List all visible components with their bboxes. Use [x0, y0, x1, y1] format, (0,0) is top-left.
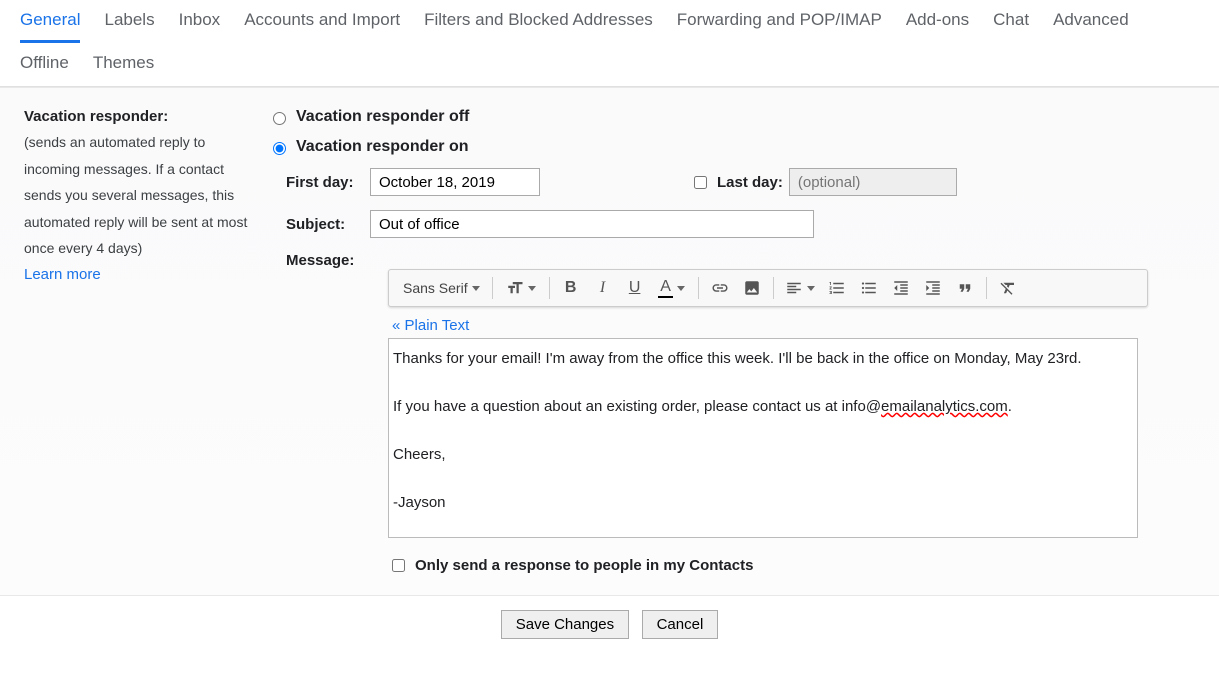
lastday-label: Last day: — [717, 174, 783, 191]
editor-toolbar: Sans Serif B I U A — [388, 269, 1148, 307]
divider — [549, 277, 550, 299]
lastday-input[interactable] — [789, 168, 957, 196]
learn-more-link[interactable]: Learn more — [24, 266, 101, 283]
bold-button[interactable]: B — [556, 273, 586, 303]
message-misspell: emailanalytics.com — [881, 398, 1008, 415]
contacts-only-option[interactable]: Only send a response to people in my Con… — [388, 556, 1195, 575]
firstday-input[interactable] — [370, 168, 540, 196]
firstday-label: First day: — [286, 174, 370, 191]
remove-formatting-button[interactable] — [993, 273, 1023, 303]
tab-chat[interactable]: Chat — [993, 0, 1029, 43]
divider — [698, 277, 699, 299]
message-editor[interactable]: Thanks for your email! I'm away from the… — [388, 338, 1138, 538]
tab-general[interactable]: General — [20, 0, 80, 43]
indent-more-button[interactable] — [918, 273, 948, 303]
cancel-button[interactable]: Cancel — [642, 610, 719, 639]
font-size-button[interactable] — [499, 273, 543, 303]
tab-filters[interactable]: Filters and Blocked Addresses — [424, 0, 653, 43]
align-button[interactable] — [780, 273, 820, 303]
settings-tabs: General Labels Inbox Accounts and Import… — [0, 0, 1219, 87]
tab-accounts[interactable]: Accounts and Import — [244, 0, 400, 43]
quote-button[interactable] — [950, 273, 980, 303]
text-color-button[interactable]: A — [652, 273, 692, 303]
tab-themes[interactable]: Themes — [93, 43, 154, 86]
tab-inbox[interactable]: Inbox — [179, 0, 221, 43]
tab-offline[interactable]: Offline — [20, 43, 69, 86]
font-family-select[interactable]: Sans Serif — [397, 270, 486, 306]
subject-input[interactable] — [370, 210, 814, 238]
contacts-only-checkbox[interactable] — [392, 559, 405, 572]
tab-addons[interactable]: Add-ons — [906, 0, 969, 43]
caret-down-icon — [528, 286, 536, 291]
message-label: Message: — [286, 252, 370, 269]
responder-off-option[interactable]: Vacation responder off — [268, 108, 1195, 126]
indent-less-button[interactable] — [886, 273, 916, 303]
image-button[interactable] — [737, 273, 767, 303]
vacation-responder-section: Vacation responder: (sends an automated … — [0, 87, 1219, 596]
italic-button[interactable]: I — [588, 273, 618, 303]
section-help-text: (sends an automated reply to incoming me… — [24, 129, 264, 262]
plain-text-link[interactable]: « Plain Text — [392, 317, 469, 334]
caret-down-icon — [472, 286, 480, 291]
section-title: Vacation responder: — [24, 108, 264, 125]
responder-off-radio[interactable] — [273, 112, 286, 125]
font-family-label: Sans Serif — [403, 280, 468, 296]
tab-advanced[interactable]: Advanced — [1053, 0, 1129, 43]
message-line-1: Thanks for your email! I'm away from the… — [393, 350, 1082, 367]
section-description: Vacation responder: (sends an automated … — [24, 108, 264, 575]
responder-on-label: Vacation responder on — [296, 138, 468, 156]
subject-label: Subject: — [286, 216, 370, 233]
message-line-3: Cheers, — [393, 446, 446, 463]
divider — [492, 277, 493, 299]
divider — [986, 277, 987, 299]
section-controls: Vacation responder off Vacation responde… — [264, 108, 1195, 575]
tab-forwarding[interactable]: Forwarding and POP/IMAP — [677, 0, 882, 43]
contacts-only-label: Only send a response to people in my Con… — [415, 557, 753, 574]
tab-labels[interactable]: Labels — [104, 0, 154, 43]
underline-button[interactable]: U — [620, 273, 650, 303]
responder-off-label: Vacation responder off — [296, 108, 469, 126]
numbered-list-button[interactable] — [822, 273, 852, 303]
caret-down-icon — [677, 286, 685, 291]
lastday-checkbox[interactable] — [694, 176, 707, 189]
caret-down-icon — [807, 286, 815, 291]
responder-on-radio[interactable] — [273, 142, 286, 155]
link-button[interactable] — [705, 273, 735, 303]
divider — [773, 277, 774, 299]
bullet-list-button[interactable] — [854, 273, 884, 303]
save-button[interactable]: Save Changes — [501, 610, 629, 639]
footer-actions: Save Changes Cancel — [0, 596, 1219, 653]
message-line-4: -Jayson — [393, 494, 446, 511]
message-line-2a: If you have a question about an existing… — [393, 398, 881, 415]
responder-on-option[interactable]: Vacation responder on — [268, 138, 1195, 156]
message-line-2c: . — [1008, 398, 1012, 415]
